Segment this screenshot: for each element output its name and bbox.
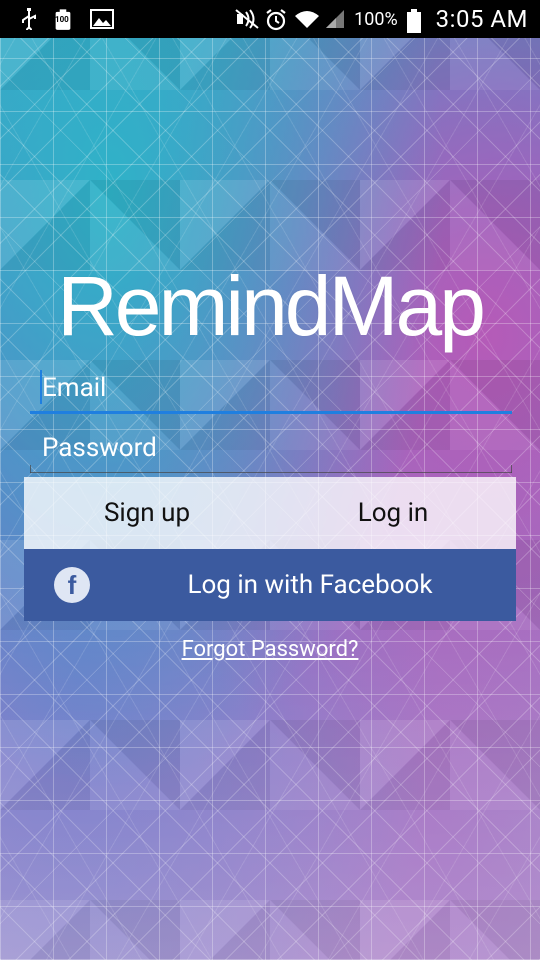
password-underline bbox=[30, 472, 512, 473]
wifi-icon bbox=[294, 8, 320, 30]
underline-tick-left bbox=[30, 465, 31, 473]
text-cursor bbox=[40, 370, 42, 404]
signal-icon bbox=[324, 8, 346, 30]
battery-100-icon: 100 bbox=[54, 8, 76, 30]
alarm-icon bbox=[264, 8, 286, 31]
facebook-icon: f bbox=[54, 567, 90, 603]
email-field[interactable] bbox=[30, 364, 536, 414]
nfc-muted-icon bbox=[234, 8, 259, 30]
password-field[interactable] bbox=[30, 424, 536, 473]
usb-icon bbox=[18, 8, 40, 33]
sign-up-button[interactable]: Sign up bbox=[24, 477, 270, 549]
battery-icon bbox=[406, 8, 428, 33]
status-clock: 3:05 AM bbox=[435, 5, 528, 33]
password-input[interactable] bbox=[30, 424, 536, 472]
email-underline bbox=[30, 411, 512, 414]
image-icon bbox=[90, 8, 114, 30]
battery-percent: 100% bbox=[354, 8, 398, 30]
status-bar: 100 100% 3:05 AM bbox=[0, 0, 540, 38]
app-logo: RemindMap bbox=[57, 259, 486, 353]
log-in-button[interactable]: Log in bbox=[270, 477, 516, 549]
facebook-login-button[interactable]: f Log in with Facebook bbox=[24, 549, 516, 621]
email-input[interactable] bbox=[30, 364, 536, 412]
forgot-password-link[interactable]: Forgot Password? bbox=[0, 637, 540, 662]
facebook-login-label: Log in with Facebook bbox=[187, 570, 433, 600]
auth-buttons-panel: Sign up Log in bbox=[24, 477, 516, 549]
underline-tick-right bbox=[511, 465, 512, 473]
